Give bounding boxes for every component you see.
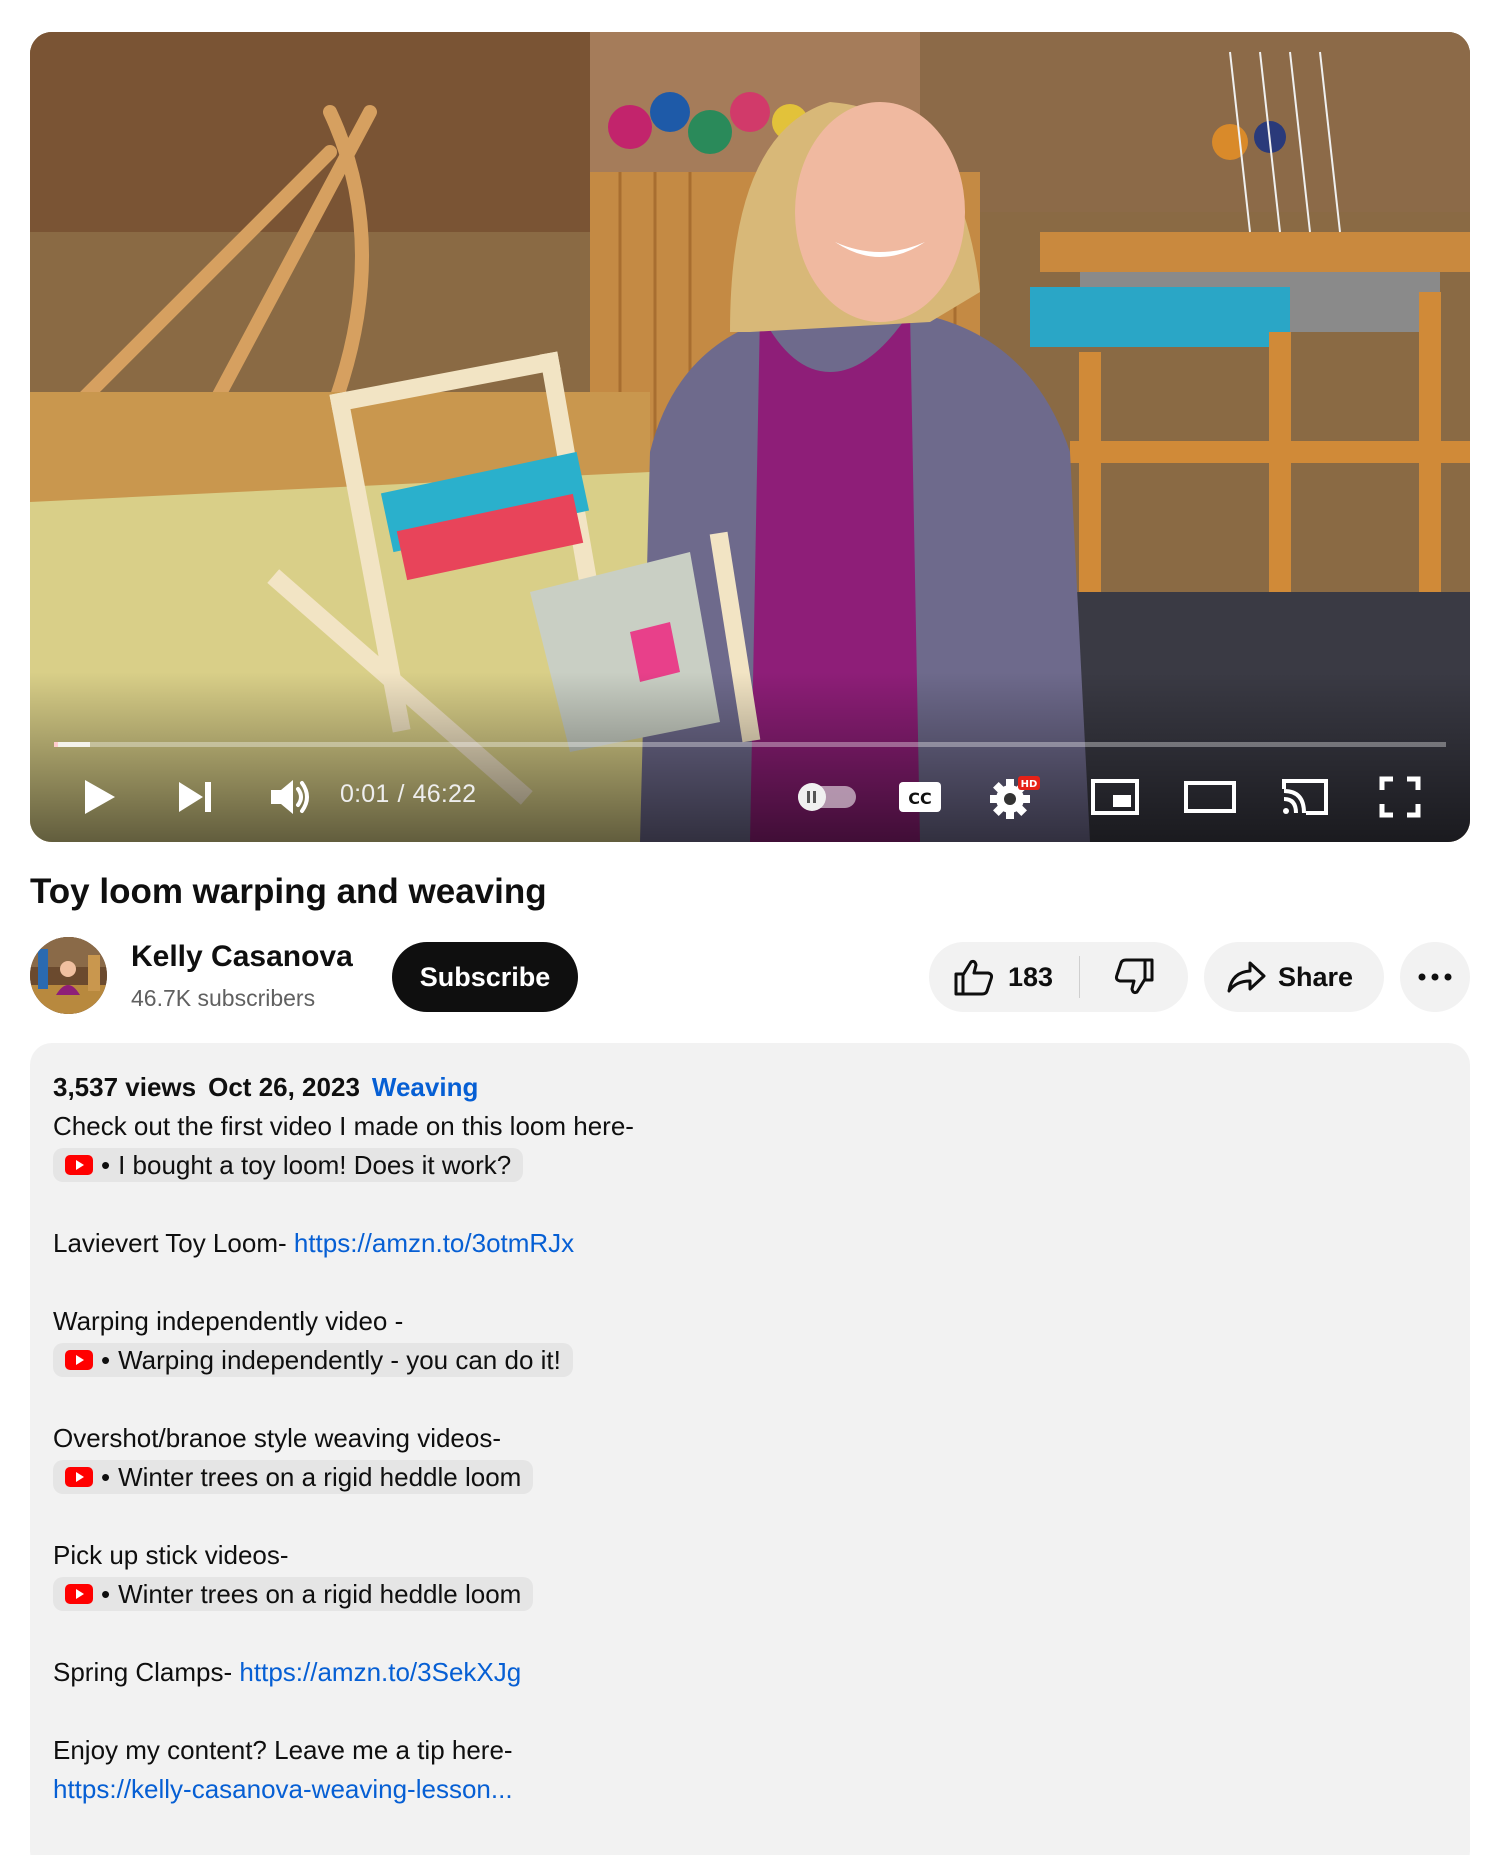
description-chip-row: • Winter trees on a rigid heddle loom: [53, 1458, 1447, 1497]
more-dots-icon: [1418, 973, 1452, 981]
chip-title: Winter trees on a rigid heddle loom: [118, 1461, 522, 1492]
link-label: Lavievert Toy Loom-: [53, 1228, 294, 1258]
channel-name[interactable]: Kelly Casanova: [131, 940, 353, 974]
youtube-logo-icon: [65, 1584, 93, 1604]
current-time: 0:01: [340, 780, 390, 808]
hd-badge-text: HD: [1021, 779, 1038, 790]
description-line: Lavievert Toy Loom- https://amzn.to/3otm…: [53, 1224, 1447, 1263]
like-dislike-group: 183: [929, 942, 1188, 1012]
subscribe-button[interactable]: Subscribe: [392, 942, 578, 1012]
total-time: 46:22: [412, 780, 477, 808]
progress-buffer: [54, 742, 91, 747]
view-count: 3,537 views: [53, 1072, 197, 1102]
video-link-chip[interactable]: • Warping independently - you can do it!: [53, 1343, 573, 1377]
video-link-chip[interactable]: • Winter trees on a rigid heddle loom: [53, 1460, 534, 1494]
upload-date: Oct 26, 2023: [208, 1072, 360, 1102]
volume-icon: [271, 780, 309, 814]
cast-icon: [1282, 779, 1328, 815]
chip-title: Winter trees on a rigid heddle loom: [118, 1578, 522, 1609]
description-line: Enjoy my content? Leave me a tip here-: [53, 1735, 513, 1765]
description-line: Overshot/branoe style weaving videos-: [53, 1423, 502, 1453]
video-link-chip[interactable]: • I bought a toy loom! Does it work?: [53, 1148, 524, 1182]
spring-clamps-link[interactable]: https://amzn.to/3SekXJg: [239, 1657, 521, 1687]
chip-title: Warping independently - you can do it!: [118, 1344, 561, 1375]
cast-button[interactable]: [1275, 767, 1335, 827]
fullscreen-button[interactable]: [1370, 767, 1430, 827]
fullscreen-icon: [1379, 776, 1421, 818]
category-tag[interactable]: Weaving: [372, 1072, 478, 1102]
description-chip-row: • I bought a toy loom! Does it work?: [53, 1146, 1447, 1185]
chip-separator: •: [101, 1461, 111, 1492]
video-meta: 3,537 views Oct 26, 2023 Weaving: [53, 1067, 1447, 1107]
link-label: Spring Clamps-: [53, 1657, 240, 1687]
share-button[interactable]: Share: [1204, 942, 1384, 1012]
volume-button[interactable]: [260, 767, 320, 827]
video-player[interactable]: 0:01/46:22 CC HD: [30, 32, 1470, 842]
autoplay-toggle-icon: [798, 783, 856, 811]
theater-mode-button[interactable]: [1180, 767, 1240, 827]
share-arrow-icon: [1227, 961, 1266, 993]
subscriber-count: 46.7K subscribers: [131, 985, 316, 1011]
miniplayer-icon: [1091, 779, 1139, 815]
description-line: Pick up stick videos-: [53, 1540, 289, 1570]
thumbs-up-icon: [954, 959, 994, 996]
description-chip-row: • Warping independently - you can do it!: [53, 1341, 1447, 1380]
description-box[interactable]: 3,537 views Oct 26, 2023 Weaving Check out…: [30, 1043, 1470, 1855]
description-chip-row: • Winter trees on a rigid heddle loom: [53, 1575, 1447, 1614]
youtube-logo-icon: [65, 1155, 93, 1175]
miniplayer-button[interactable]: [1085, 767, 1145, 827]
play-button[interactable]: [70, 767, 130, 827]
captions-text: CC: [908, 789, 931, 808]
chip-separator: •: [101, 1344, 111, 1375]
more-actions-button[interactable]: [1400, 942, 1470, 1012]
next-icon: [179, 782, 211, 812]
youtube-logo-icon: [65, 1350, 93, 1370]
time-display: 0:01/46:22: [340, 780, 476, 809]
avatar-image: [30, 937, 107, 1014]
controls-gradient: [30, 672, 1470, 842]
play-icon: [85, 780, 115, 814]
time-separator: /: [397, 780, 405, 808]
share-label: Share: [1278, 961, 1354, 992]
next-button[interactable]: [165, 767, 225, 827]
video-title: Toy loom warping and weaving: [30, 872, 547, 911]
autoplay-toggle[interactable]: [792, 767, 862, 827]
chip-separator: •: [101, 1578, 111, 1609]
captions-icon: CC: [899, 782, 941, 812]
gear-icon: HD: [990, 776, 1040, 819]
description-line: Warping independently video -: [53, 1306, 404, 1336]
tip-link[interactable]: https://kelly-casanova-weaving-lesson...: [53, 1770, 1447, 1809]
like-button[interactable]: 183: [929, 942, 1079, 1012]
channel-avatar[interactable]: [30, 937, 107, 1014]
dislike-button[interactable]: [1080, 942, 1188, 1012]
chip-separator: •: [101, 1149, 111, 1180]
captions-button[interactable]: CC: [890, 767, 950, 827]
chip-title: I bought a toy loom! Does it work?: [118, 1149, 512, 1180]
youtube-logo-icon: [65, 1467, 93, 1487]
settings-button[interactable]: HD: [980, 767, 1050, 827]
description-line: Check out the first video I made on this…: [53, 1111, 634, 1141]
video-link-chip[interactable]: • Winter trees on a rigid heddle loom: [53, 1577, 534, 1611]
like-count: 183: [1008, 961, 1054, 992]
progress-bar[interactable]: [54, 742, 1446, 747]
theater-mode-icon: [1184, 781, 1236, 813]
thumbs-down-icon: [1114, 958, 1154, 995]
description-line: Spring Clamps- https://amzn.to/3SekXJg: [53, 1653, 1447, 1692]
toy-loom-link[interactable]: https://amzn.to/3otmRJx: [294, 1228, 574, 1258]
